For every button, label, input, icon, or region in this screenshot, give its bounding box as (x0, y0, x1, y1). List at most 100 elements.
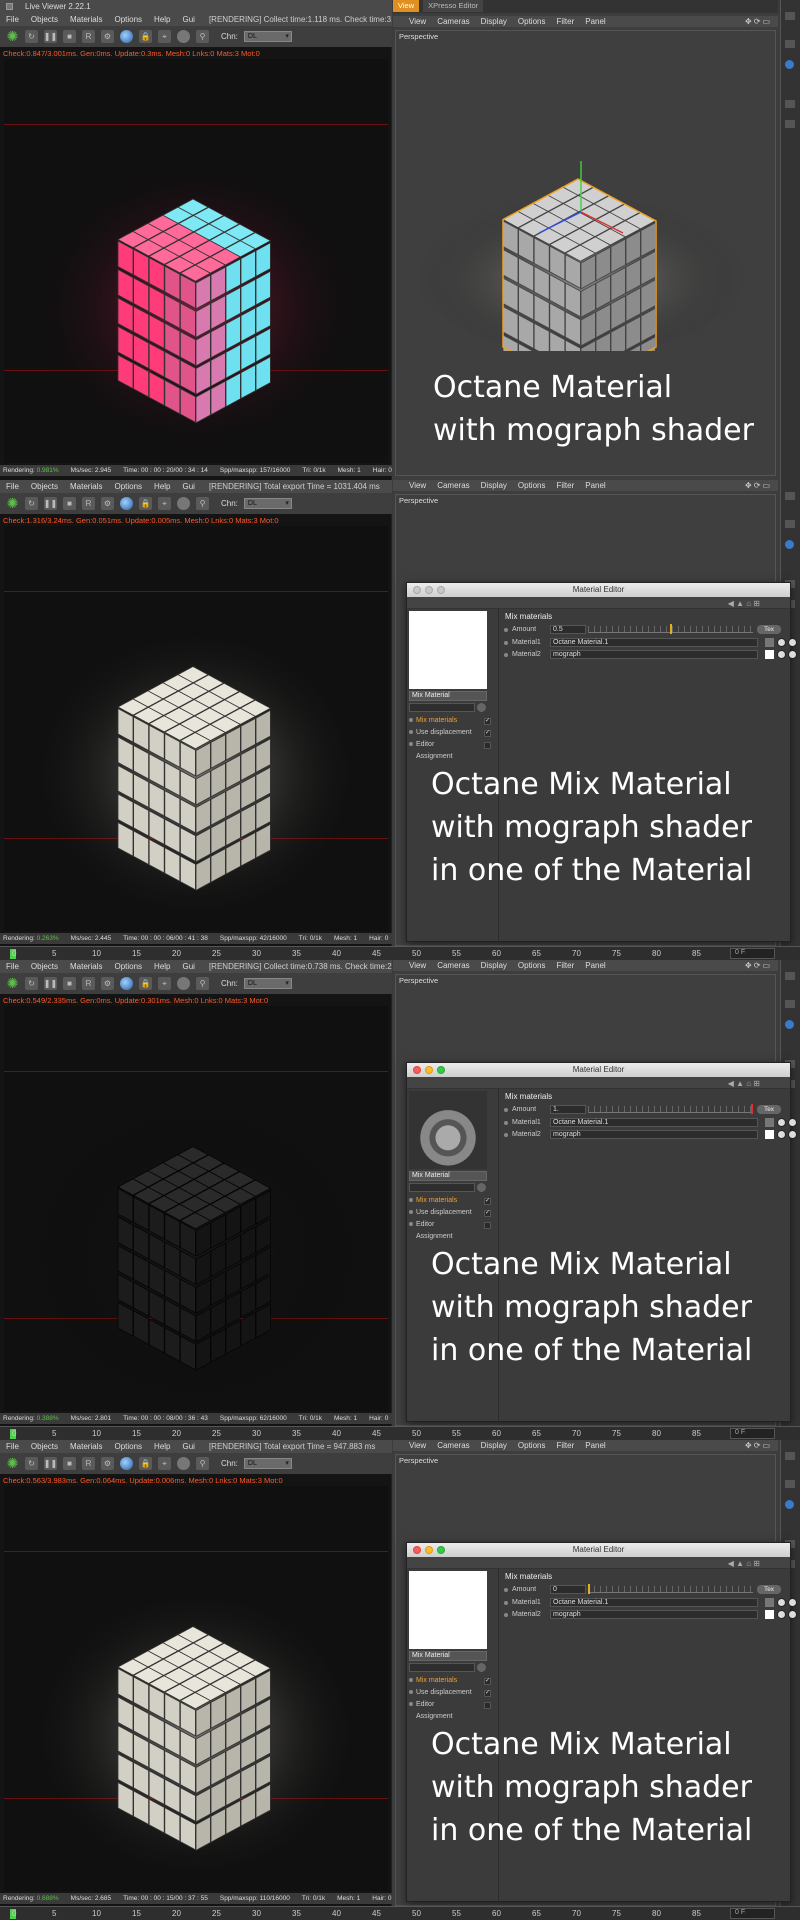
menu-file[interactable]: File (6, 15, 19, 24)
material2-swatch[interactable] (765, 650, 774, 659)
tab-xpresso-editor[interactable]: XPresso Editor (423, 0, 484, 12)
octane-logo-icon[interactable]: ✺ (6, 1455, 19, 1471)
material-editor-titlebar[interactable]: Material Editor (407, 1063, 790, 1077)
viewport-menu-display[interactable]: Display (481, 17, 507, 26)
menu-file[interactable]: File (6, 1442, 19, 1451)
menu-gui[interactable]: Gui (183, 962, 195, 971)
sidebar-control[interactable] (785, 120, 795, 128)
viewport-menu-cameras[interactable]: Cameras (437, 1441, 469, 1450)
tex-button[interactable]: Tex (757, 1105, 781, 1114)
material-preview[interactable] (409, 1091, 487, 1169)
stop-icon[interactable]: ■ (63, 1457, 76, 1470)
settings-gear-icon[interactable]: ⚙ (101, 977, 114, 990)
menu-options[interactable]: Options (114, 962, 142, 971)
viewport-nav-icons[interactable]: ✥⟳▭ (745, 961, 772, 970)
material2-clear-icon[interactable] (788, 650, 797, 659)
menu-objects[interactable]: Objects (31, 1442, 58, 1451)
viewport-menu-options[interactable]: Options (518, 1441, 546, 1450)
material2-clear-icon[interactable] (788, 1610, 797, 1619)
material-preview[interactable] (409, 611, 487, 689)
channel-use-displacement[interactable]: Use displacement ✓ (409, 1209, 497, 1219)
amount-field[interactable]: 0 (550, 1585, 586, 1594)
channel-use-displacement[interactable]: Use displacement ✓ (409, 1689, 497, 1699)
channel-assignment[interactable]: Assignment (409, 753, 497, 763)
sidebar-control[interactable] (785, 60, 794, 69)
focus-pick-icon[interactable] (177, 30, 190, 43)
channel-select[interactable]: DL (243, 498, 292, 509)
back-arrow-icon[interactable]: ◀ ▲ ⌂ ⊞ (728, 599, 760, 608)
channel-checkbox[interactable]: ✓ (484, 718, 491, 725)
channel-checkbox[interactable]: ✓ (484, 730, 491, 737)
viewport-menu-display[interactable]: Display (481, 1441, 507, 1450)
channel-editor[interactable]: Editor (409, 1701, 497, 1711)
close-button[interactable] (413, 1546, 421, 1554)
amount-slider-knob[interactable] (751, 1104, 753, 1114)
channel-checkbox[interactable] (484, 1702, 491, 1709)
menu-materials[interactable]: Materials (70, 15, 102, 24)
viewport-menu-view[interactable]: View (409, 1441, 426, 1450)
pin-icon[interactable]: ⚲ (196, 30, 209, 43)
channel-assignment[interactable]: Assignment (409, 1233, 497, 1243)
menu-options[interactable]: Options (114, 15, 142, 24)
pause-icon[interactable]: ❚❚ (44, 497, 57, 510)
menu-help[interactable]: Help (154, 1442, 170, 1451)
viewport-nav-icons[interactable]: ✥⟳▭ (745, 1441, 772, 1450)
material1-clear-icon[interactable] (788, 1598, 797, 1607)
timeline[interactable]: 0510152025303540455055606570758085900 F (0, 1426, 800, 1440)
viewport-menu-view[interactable]: View (409, 17, 426, 26)
minimize-button[interactable] (425, 1066, 433, 1074)
channel-select[interactable]: DL (243, 978, 292, 989)
material1-swatch[interactable] (765, 638, 774, 647)
settings-gear-icon[interactable]: ⚙ (101, 30, 114, 43)
octane-logo-icon[interactable]: ✺ (6, 28, 19, 44)
material2-clear-icon[interactable] (788, 1130, 797, 1139)
minimize-button[interactable] (425, 1546, 433, 1554)
lock-icon[interactable]: 🔒 (139, 497, 152, 510)
material-options-icon[interactable] (477, 1183, 486, 1192)
channel-editor[interactable]: Editor (409, 1221, 497, 1231)
frame-field[interactable]: 0 F (730, 1428, 775, 1439)
menu-gui[interactable]: Gui (183, 482, 195, 491)
material1-link-field[interactable]: Octane Material.1 (550, 638, 758, 647)
material-options-icon[interactable] (477, 1663, 486, 1672)
sidebar-control[interactable] (785, 492, 795, 500)
material1-swatch[interactable] (765, 1598, 774, 1607)
timeline[interactable]: 0510152025303540455055606570758085900 F (0, 1906, 800, 1920)
channel-assignment[interactable]: Assignment (409, 1713, 497, 1723)
tex-button[interactable]: Tex (757, 625, 781, 634)
pin-icon[interactable]: ⚲ (196, 497, 209, 510)
material2-swatch[interactable] (765, 1610, 774, 1619)
tab-view[interactable]: View (393, 0, 420, 12)
pause-icon[interactable]: ❚❚ (44, 1457, 57, 1470)
menu-materials[interactable]: Materials (70, 1442, 102, 1451)
viewport-menu-options[interactable]: Options (518, 961, 546, 970)
menu-file[interactable]: File (6, 962, 19, 971)
viewport-menu-view[interactable]: View (409, 961, 426, 970)
pin-icon[interactable]: ⚲ (196, 1457, 209, 1470)
viewport-menu-panel[interactable]: Panel (585, 961, 605, 970)
focus-pick-icon[interactable] (177, 977, 190, 990)
menu-options[interactable]: Options (114, 482, 142, 491)
material1-swatch[interactable] (765, 1118, 774, 1127)
back-arrow-icon[interactable]: ◀ ▲ ⌂ ⊞ (728, 1079, 760, 1088)
pick-icon[interactable]: ⌖ (158, 497, 171, 510)
viewport-menu-panel[interactable]: Panel (585, 17, 605, 26)
viewport-menu-cameras[interactable]: Cameras (437, 17, 469, 26)
viewport-menu-cameras[interactable]: Cameras (437, 481, 469, 490)
viewport-menu-view[interactable]: View (409, 481, 426, 490)
amount-slider[interactable] (588, 1584, 753, 1594)
material-options-icon[interactable] (477, 703, 486, 712)
back-arrow-icon[interactable]: ◀ ▲ ⌂ ⊞ (728, 1559, 760, 1568)
menu-options[interactable]: Options (114, 1442, 142, 1451)
perspective-view[interactable]: Perspective Octane Material with mograph s… (395, 30, 776, 476)
material2-pick-icon[interactable] (777, 650, 786, 659)
material-search-field[interactable] (409, 703, 475, 712)
channel-select[interactable]: DL (243, 31, 292, 42)
zoom-button[interactable] (437, 1066, 445, 1074)
viewport-menu-filter[interactable]: Filter (556, 961, 574, 970)
zoom-button[interactable] (437, 1546, 445, 1554)
channel-mix-materials[interactable]: Mix materials ✓ (409, 1197, 497, 1207)
material-editor-titlebar[interactable]: Material Editor (407, 583, 790, 597)
region-render-icon[interactable]: R (82, 497, 95, 510)
channel-checkbox[interactable] (484, 1222, 491, 1229)
